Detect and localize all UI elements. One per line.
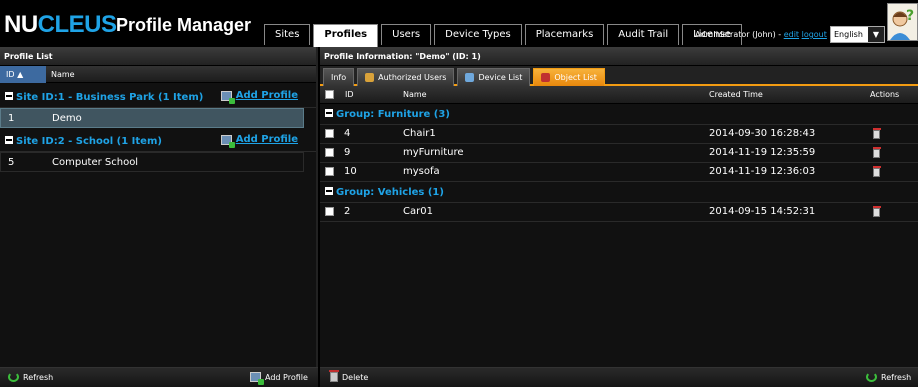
id-column-header[interactable]: ID (345, 90, 354, 99)
trash-icon (329, 370, 339, 382)
delete-icon[interactable] (873, 206, 881, 217)
users-icon (365, 73, 375, 82)
tab-placemarks[interactable]: Placemarks (524, 24, 605, 45)
row-checkbox[interactable] (325, 207, 334, 216)
refresh-button[interactable]: Refresh (866, 372, 911, 382)
actions-column-header: Actions (870, 90, 900, 99)
language-select[interactable]: English ▼ (830, 26, 885, 43)
profile-name: Demo (52, 113, 82, 124)
collapse-icon[interactable] (325, 109, 333, 117)
tab-profiles[interactable]: Profiles (313, 24, 379, 47)
delete-button[interactable]: Delete (329, 370, 368, 382)
table-row[interactable]: 10 mysofa 2014-11-19 12:36:03 (320, 163, 918, 182)
created-column-header[interactable]: Created Time (709, 90, 763, 99)
row-checkbox[interactable] (325, 167, 334, 176)
name-column-header[interactable]: Name (51, 70, 75, 79)
tab-sites[interactable]: Sites (264, 24, 311, 45)
object-group-toggle[interactable]: Group: Furniture (3) (325, 109, 450, 120)
site-group-toggle[interactable]: Site ID:2 - School (1 Item) (5, 136, 162, 147)
tab-device-types[interactable]: Device Types (434, 24, 522, 45)
refresh-icon (866, 372, 877, 382)
collapse-icon[interactable] (5, 92, 13, 100)
collapse-icon[interactable] (5, 136, 13, 144)
chevron-down-icon[interactable]: ▼ (868, 27, 884, 42)
object-name: mysofa (403, 166, 440, 177)
avatar[interactable]: ? (887, 3, 918, 41)
tab-audit-trail[interactable]: Audit Trail (607, 24, 680, 45)
profile-list-columns: ID ▲ Name (0, 66, 316, 83)
user-name: Administrator (John) - (695, 30, 784, 39)
object-group-header: Group: Furniture (3) (320, 104, 918, 125)
edit-link[interactable]: edit (784, 30, 799, 39)
object-name: Chair1 (403, 128, 436, 139)
profile-id: 1 (8, 113, 15, 124)
select-all-checkbox[interactable] (325, 90, 334, 99)
object-name: myFurniture (403, 147, 464, 158)
profile-info-panel: Profile Information: "Demo" (ID: 1) Info… (320, 47, 918, 387)
logout-link[interactable]: logout (802, 30, 827, 39)
object-list-toolbar: Delete Refresh (320, 367, 918, 387)
object-group-toggle[interactable]: Group: Vehicles (1) (325, 187, 444, 198)
profile-row[interactable]: 5 Computer School (0, 152, 304, 172)
site-group-toggle[interactable]: Site ID:1 - Business Park (1 Item) (5, 92, 203, 103)
refresh-button[interactable]: Refresh (8, 372, 53, 382)
nucleus-logo: NUCLEUS (4, 11, 117, 38)
refresh-icon (8, 372, 19, 382)
site-group-header: Site ID:2 - School (1 Item) Add Profile (0, 132, 316, 152)
collapse-icon[interactable] (325, 187, 333, 195)
profile-id: 5 (8, 157, 15, 168)
object-name: Car01 (403, 206, 433, 217)
delete-icon[interactable] (873, 128, 881, 139)
profile-row[interactable]: 1 Demo (0, 108, 304, 128)
user-info: Administrator (John) - edit logout (695, 30, 827, 39)
object-list-columns: ID Name Created Time Actions (320, 86, 918, 104)
table-row[interactable]: 4 Chair1 2014-09-30 16:28:43 (320, 125, 918, 144)
name-column-header[interactable]: Name (403, 90, 427, 99)
object-id: 10 (344, 166, 357, 177)
site-group-header: Site ID:1 - Business Park (1 Item) Add P… (0, 88, 316, 108)
delete-icon[interactable] (873, 166, 881, 177)
add-profile-link[interactable]: Add Profile (220, 134, 298, 148)
profile-list-title: Profile List (0, 47, 316, 66)
add-profile-button[interactable]: Add Profile (250, 372, 308, 385)
app-title: Profile Manager (116, 15, 252, 35)
id-column-header[interactable]: ID ▲ (0, 66, 46, 83)
language-value: English (834, 30, 863, 39)
row-checkbox[interactable] (325, 148, 334, 157)
app-header: NUCLEUS Profile Manager Sites Profiles U… (0, 0, 918, 47)
table-row[interactable]: 9 myFurniture 2014-11-19 12:35:59 (320, 144, 918, 163)
object-created: 2014-09-30 16:28:43 (709, 128, 816, 139)
add-profile-icon (220, 134, 235, 148)
object-created: 2014-11-19 12:36:03 (709, 166, 816, 177)
profile-list-panel: Profile List ID ▲ Name Site ID:1 - Busin… (0, 47, 318, 387)
subtab-authorized-users[interactable]: Authorized Users (357, 68, 455, 86)
device-icon (465, 73, 475, 82)
svg-text:?: ? (906, 8, 914, 24)
object-group-header: Group: Vehicles (1) (320, 182, 918, 203)
add-profile-icon (220, 90, 235, 104)
subtab-object-list[interactable]: Object List (533, 68, 605, 86)
add-profile-link[interactable]: Add Profile (220, 90, 298, 104)
object-created: 2014-09-15 14:52:31 (709, 206, 816, 217)
object-id: 2 (344, 206, 351, 217)
profile-info-title: Profile Information: "Demo" (ID: 1) (320, 47, 918, 66)
add-profile-icon (250, 372, 264, 385)
subtab-info[interactable]: Info (323, 68, 355, 86)
object-id: 9 (344, 147, 351, 158)
subtab-device-list[interactable]: Device List (457, 68, 531, 86)
object-id: 4 (344, 128, 351, 139)
tab-users[interactable]: Users (381, 24, 432, 45)
object-created: 2014-11-19 12:35:59 (709, 147, 816, 158)
profile-list-toolbar: Refresh Add Profile (0, 367, 318, 387)
row-checkbox[interactable] (325, 129, 334, 138)
main-tabs: Sites Profiles Users Device Types Placem… (264, 24, 745, 47)
delete-icon[interactable] (873, 147, 881, 158)
profile-name: Computer School (52, 157, 139, 168)
profile-subtabs: Info Authorized Users Device List Object… (320, 66, 918, 86)
table-row[interactable]: 2 Car01 2014-09-15 14:52:31 (320, 203, 918, 222)
object-icon (541, 73, 551, 82)
